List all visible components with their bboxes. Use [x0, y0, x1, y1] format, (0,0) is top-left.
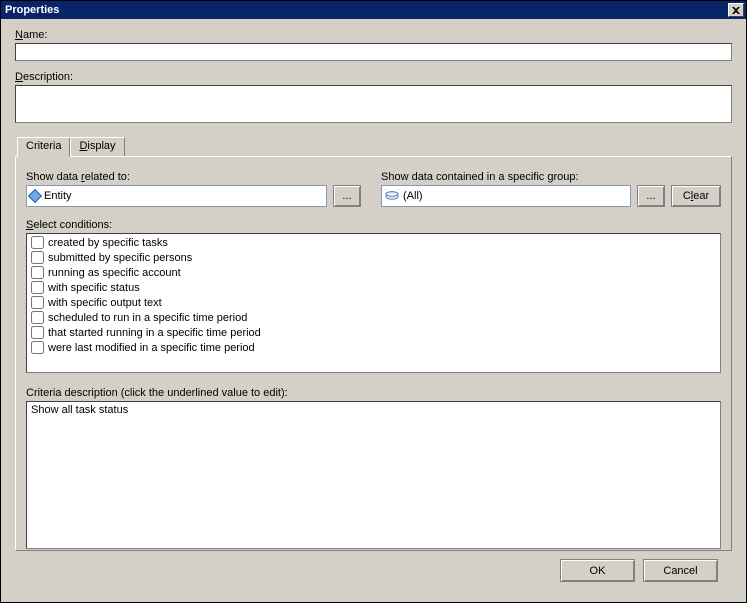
condition-item[interactable]: running as specific account	[29, 265, 718, 280]
titlebar: Properties	[1, 1, 746, 19]
condition-checkbox[interactable]	[31, 266, 44, 279]
tab-criteria[interactable]: Criteria	[17, 137, 70, 157]
description-label: Description:	[15, 71, 732, 83]
close-button[interactable]	[728, 3, 744, 17]
show-related-label: Show data related to:	[26, 171, 361, 183]
tab-row: Criteria Display	[17, 136, 732, 156]
clear-button[interactable]: Clear	[671, 185, 721, 207]
condition-item[interactable]: that started running in a specific time …	[29, 325, 718, 340]
name-input[interactable]	[15, 43, 732, 61]
conditions-list[interactable]: created by specific tasks submitted by sp…	[26, 233, 721, 373]
description-input[interactable]	[15, 85, 732, 123]
condition-item[interactable]: were last modified in a specific time pe…	[29, 340, 718, 355]
name-label: Name:	[15, 29, 732, 41]
criteria-description-text: Show all task status	[31, 404, 128, 416]
close-icon	[732, 7, 740, 14]
condition-checkbox[interactable]	[31, 251, 44, 264]
condition-checkbox[interactable]	[31, 311, 44, 324]
cancel-button[interactable]: Cancel	[643, 559, 718, 582]
condition-label: that started running in a specific time …	[48, 327, 261, 339]
group-icon	[385, 191, 399, 201]
condition-checkbox[interactable]	[31, 296, 44, 309]
condition-label: were last modified in a specific time pe…	[48, 342, 255, 354]
condition-label: scheduled to run in a specific time peri…	[48, 312, 247, 324]
criteria-description-label: Criteria description (click the underlin…	[26, 387, 721, 399]
group-combo[interactable]: (All)	[381, 185, 631, 207]
condition-item[interactable]: with specific status	[29, 280, 718, 295]
titlebar-title: Properties	[3, 4, 59, 16]
tab-panel-criteria: Show data related to: Entity ... Show da…	[15, 156, 732, 551]
group-browse-button[interactable]: ...	[637, 185, 665, 207]
show-group-label: Show data contained in a specific group:	[381, 171, 721, 183]
criteria-description-area[interactable]: Show all task status	[26, 401, 721, 549]
condition-label: created by specific tasks	[48, 237, 168, 249]
condition-item[interactable]: scheduled to run in a specific time peri…	[29, 310, 718, 325]
condition-label: running as specific account	[48, 267, 181, 279]
group-combo-value: (All)	[403, 190, 423, 202]
condition-checkbox[interactable]	[31, 341, 44, 354]
condition-item[interactable]: submitted by specific persons	[29, 250, 718, 265]
tab-display[interactable]: Display	[70, 137, 124, 156]
condition-item[interactable]: created by specific tasks	[29, 235, 718, 250]
select-conditions-label: Select conditions:	[26, 219, 721, 231]
condition-label: submitted by specific persons	[48, 252, 192, 264]
entity-icon	[28, 189, 42, 203]
related-combo[interactable]: Entity	[26, 185, 327, 207]
related-combo-value: Entity	[44, 190, 72, 202]
ok-button[interactable]: OK	[560, 559, 635, 582]
condition-label: with specific output text	[48, 297, 162, 309]
condition-checkbox[interactable]	[31, 281, 44, 294]
related-browse-button[interactable]: ...	[333, 185, 361, 207]
condition-checkbox[interactable]	[31, 236, 44, 249]
condition-checkbox[interactable]	[31, 326, 44, 339]
condition-label: with specific status	[48, 282, 140, 294]
condition-item[interactable]: with specific output text	[29, 295, 718, 310]
